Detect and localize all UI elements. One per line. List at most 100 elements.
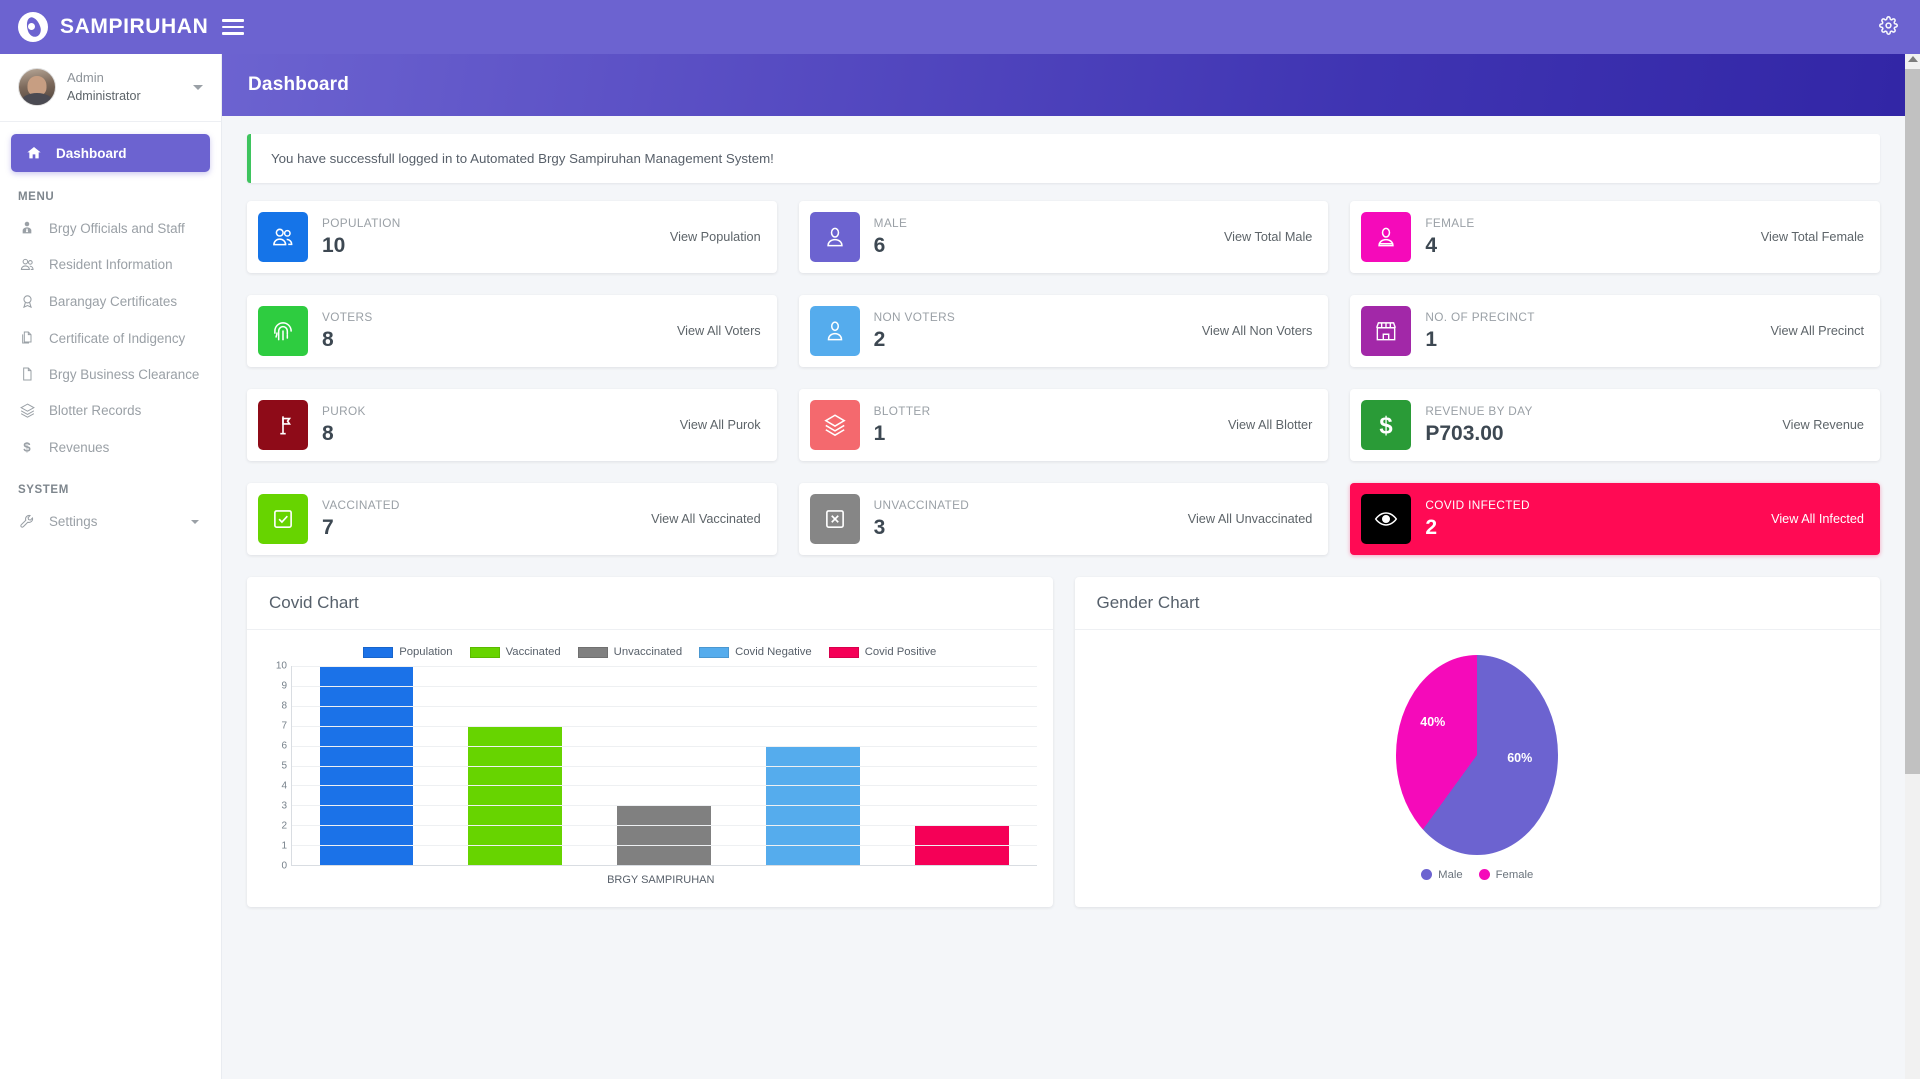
gender-chart-panel: Gender Chart 60% 40% Male Female xyxy=(1074,577,1880,907)
stat-card-link[interactable]: View All Non Voters xyxy=(1192,324,1313,338)
stat-card-link[interactable]: View All Purok xyxy=(670,418,761,432)
bar-vaccinated[interactable] xyxy=(468,725,563,865)
fingerprint-icon xyxy=(258,306,308,356)
chevron-down-icon[interactable] xyxy=(191,519,199,524)
scroll-up-arrow-icon[interactable] xyxy=(1907,56,1918,62)
sidebar-section-system: SYSTEM xyxy=(18,484,69,496)
gridline xyxy=(292,825,1037,827)
brand[interactable]: SAMPIRUHAN xyxy=(18,12,208,42)
stat-card-link[interactable]: View Population xyxy=(660,230,761,244)
stat-card-label: NO. OF PRECINCT xyxy=(1425,310,1535,325)
sidebar-item-resident-information[interactable]: Resident Information xyxy=(0,246,221,283)
gridline xyxy=(292,845,1037,847)
stat-card-label: BLOTTER xyxy=(873,404,931,419)
legend-item[interactable]: Unvaccinated xyxy=(577,646,682,658)
stat-card-link[interactable]: View All Voters xyxy=(667,324,761,338)
top-navbar: SAMPIRUHAN xyxy=(0,0,1920,54)
stat-card-label: UNVACCINATED xyxy=(873,498,970,513)
stat-card-blotter[interactable]: BLOTTER 1 View All Blotter xyxy=(798,389,1329,461)
stat-card-value: 1 xyxy=(1425,327,1438,351)
gender-chart-legend: Male Female xyxy=(1421,869,1533,881)
avatar xyxy=(18,68,56,106)
stat-card-link[interactable]: View All Unvaccinated xyxy=(1178,512,1313,526)
sidebar-item-label: Settings xyxy=(49,514,98,529)
stat-card-revenue-by-day[interactable]: $ REVENUE BY DAY P703.00 View Revenue xyxy=(1350,389,1880,461)
stat-card-value: 8 xyxy=(322,327,334,351)
y-axis-tick: 10 xyxy=(275,660,287,672)
covid-chart-plot-area xyxy=(291,666,1037,866)
gridline xyxy=(292,745,1037,747)
stat-card-covid-infected[interactable]: COVID INFECTED 2 View All Infected xyxy=(1350,483,1880,555)
sidebar-item-revenues[interactable]: $ Revenues xyxy=(0,429,221,465)
y-axis-tick: 1 xyxy=(281,840,287,852)
y-axis-tick: 7 xyxy=(281,720,287,732)
stat-card-body: COVID INFECTED 2 xyxy=(1425,497,1761,541)
gridline xyxy=(292,725,1037,727)
legend-item[interactable]: Vaccinated xyxy=(469,646,561,658)
scrollbar-thumb[interactable] xyxy=(1905,69,1920,774)
stat-card-label: REVENUE BY DAY xyxy=(1425,404,1533,419)
legend-item[interactable]: Covid Negative xyxy=(699,646,812,658)
stat-card-voters[interactable]: VOTERS 8 View All Voters xyxy=(247,295,777,367)
stat-card-unvaccinated[interactable]: UNVACCINATED 3 View All Unvaccinated xyxy=(798,483,1329,555)
legend-item[interactable]: Population xyxy=(363,646,453,658)
stat-card-link[interactable]: View Total Female xyxy=(1751,230,1864,244)
sidebar-item-barangay-certificates[interactable]: Barangay Certificates xyxy=(0,283,221,320)
sidebar-item-label: Resident Information xyxy=(49,257,173,272)
legend-dot xyxy=(1421,869,1433,880)
vertical-scrollbar[interactable] xyxy=(1905,54,1920,1079)
copy-file-icon xyxy=(18,330,36,346)
chevron-down-icon[interactable] xyxy=(193,84,203,90)
stat-cards-grid: POPULATION 10 View Population MALE 6 View Tot… xyxy=(247,201,1880,555)
y-axis-tick: 5 xyxy=(281,760,287,772)
covid-chart-header: Covid Chart xyxy=(247,577,1053,630)
stat-card-body: UNVACCINATED 3 xyxy=(874,497,1178,541)
stat-card-female[interactable]: FEMALE 4 View Total Female xyxy=(1350,201,1880,273)
brand-name: SAMPIRUHAN xyxy=(60,15,209,38)
gridline xyxy=(292,785,1037,787)
gear-icon[interactable] xyxy=(1879,15,1898,39)
stat-card-male[interactable]: MALE 6 View Total Male xyxy=(798,201,1329,273)
legend-item[interactable]: Male xyxy=(1421,869,1463,881)
stat-card-non-voters[interactable]: NON VOTERS 2 View All Non Voters xyxy=(798,295,1329,367)
stat-card-value: 4 xyxy=(1425,233,1438,257)
stat-card-link[interactable]: View Revenue xyxy=(1772,418,1864,432)
sidebar-item-label: Dashboard xyxy=(56,145,127,161)
stat-card-link[interactable]: View All Vaccinated xyxy=(641,512,761,526)
legend-item[interactable]: Female xyxy=(1478,869,1533,881)
sidebar-item-brgy-officials-and-staff[interactable]: Brgy Officials and Staff xyxy=(0,210,221,246)
stat-card-link[interactable]: View Total Male xyxy=(1214,230,1312,244)
covid-chart-x-label: BRGY SAMPIRUHAN xyxy=(607,874,715,886)
covid-chart-panel: Covid Chart Population Vaccinated Unvaccin… xyxy=(247,577,1053,907)
sidebar-item-certificate-of-indigency[interactable]: Certificate of Indigency xyxy=(0,320,221,356)
stat-card-purok[interactable]: PUROK 8 View All Purok xyxy=(247,389,777,461)
sidebar: Admin Administrator Dashboard MENU Brgy … xyxy=(0,54,222,1079)
legend-item[interactable]: Covid Positive xyxy=(828,646,936,658)
dollar-icon: $ xyxy=(18,439,36,455)
sidebar-item-dashboard[interactable]: Dashboard xyxy=(11,134,210,172)
stat-card-body: REVENUE BY DAY P703.00 xyxy=(1425,403,1772,447)
sidebar-item-settings[interactable]: Settings xyxy=(0,503,221,540)
stat-card-population[interactable]: POPULATION 10 View Population xyxy=(247,201,777,273)
users-group-icon xyxy=(258,212,308,262)
gridline xyxy=(292,705,1037,707)
stat-card-body: VOTERS 8 xyxy=(322,309,667,353)
stat-card-link[interactable]: View All Precinct xyxy=(1760,324,1864,338)
app-shell: Admin Administrator Dashboard MENU Brgy … xyxy=(0,54,1920,1079)
stat-card-link[interactable]: View All Infected xyxy=(1761,512,1864,526)
sidebar-section-menu: MENU xyxy=(18,191,55,203)
stat-card-no-of-precinct[interactable]: NO. OF PRECINCT 1 View All Precinct xyxy=(1350,295,1880,367)
bar-unvaccinated[interactable] xyxy=(617,805,712,865)
stat-card-link[interactable]: View All Blotter xyxy=(1218,418,1312,432)
user-profile-block[interactable]: Admin Administrator xyxy=(0,54,221,122)
stat-card-vaccinated[interactable]: VACCINATED 7 View All Vaccinated xyxy=(247,483,777,555)
stat-card-value: 10 xyxy=(322,233,346,257)
sidebar-item-blotter-records[interactable]: Blotter Records xyxy=(0,392,221,429)
menu-toggle-icon[interactable] xyxy=(222,19,245,35)
stat-card-value: 1 xyxy=(873,421,886,445)
female-user-icon xyxy=(1361,212,1412,262)
layers-icon xyxy=(809,400,860,450)
stat-card-value: 3 xyxy=(873,515,886,539)
legend-swatch xyxy=(363,646,394,658)
sidebar-item-brgy-business-clearance[interactable]: Brgy Business Clearance xyxy=(0,356,221,392)
